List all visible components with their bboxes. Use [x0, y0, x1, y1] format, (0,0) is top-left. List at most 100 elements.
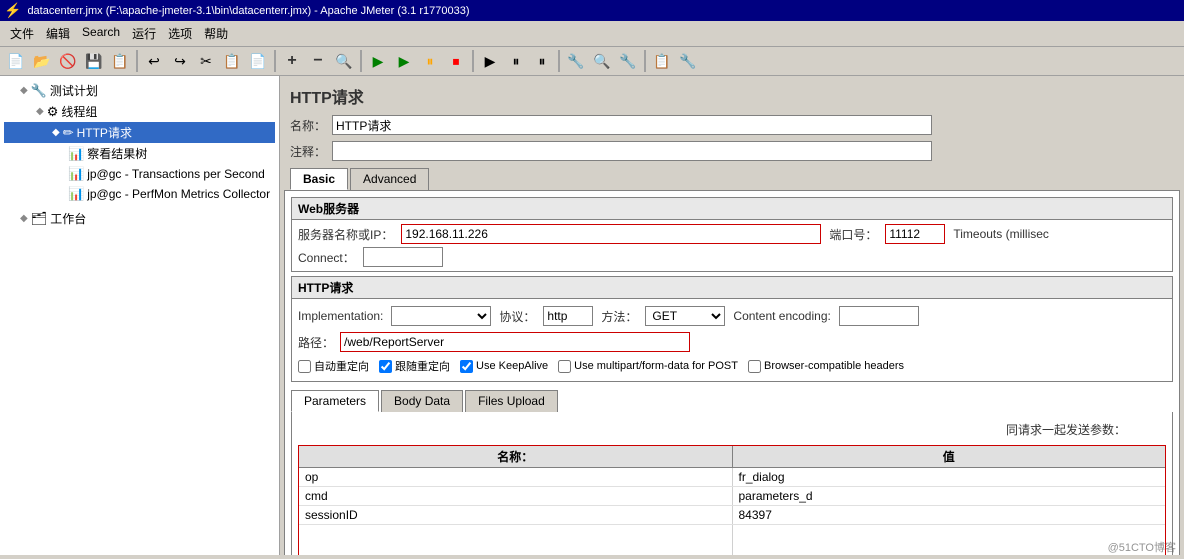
protocol-input[interactable]: [543, 306, 593, 326]
param-header-name: 名称：: [299, 446, 733, 467]
title-text: datacenterr.jmx (F:\apache-jmeter-3.1\bi…: [27, 5, 469, 17]
info-button[interactable]: 🔧: [616, 49, 640, 73]
list-button[interactable]: 📋: [650, 49, 674, 73]
tab-advanced[interactable]: Advanced: [350, 168, 429, 190]
port-input[interactable]: [885, 224, 945, 244]
pause-button[interactable]: ⏸: [418, 49, 442, 73]
web-server-content: 服务器名称或IP： 端口号： Timeouts (millisec Connec…: [292, 220, 1172, 271]
browser-compat-checkbox[interactable]: [748, 360, 761, 373]
stop-button[interactable]: ⏹: [444, 49, 468, 73]
tree-item-test-plan[interactable]: ◆ 🔧 测试计划: [4, 80, 275, 101]
redo-button[interactable]: ↪: [168, 49, 192, 73]
paste-button[interactable]: 📄: [246, 49, 270, 73]
search2-button[interactable]: 🔍: [590, 49, 614, 73]
tree-item-tps[interactable]: 📊 jp@gc - Transactions per Second: [4, 164, 275, 184]
sep1: [136, 50, 138, 72]
clear2-button[interactable]: ⏸: [530, 49, 554, 73]
open-button[interactable]: 📂: [30, 49, 54, 73]
remove-button[interactable]: −: [306, 49, 330, 73]
param-name-2: sessionID: [299, 506, 733, 524]
browse-button[interactable]: 🔍: [332, 49, 356, 73]
menu-options[interactable]: 选项: [162, 23, 198, 44]
sub-tab-parameters[interactable]: Parameters: [291, 390, 379, 412]
menu-edit[interactable]: 编辑: [40, 23, 76, 44]
auto-redirect-checkbox[interactable]: [298, 360, 311, 373]
sub-tab-body-data[interactable]: Body Data: [381, 390, 463, 412]
http-request-section: HTTP请求 Implementation: HttpClient4 Java …: [291, 276, 1173, 382]
start-no-pause-button[interactable]: ▶: [392, 49, 416, 73]
start-button[interactable]: ▶: [366, 49, 390, 73]
new-button[interactable]: 📄: [4, 49, 28, 73]
checkbox-auto-redirect[interactable]: 自动重定向: [298, 358, 369, 374]
keepalive-checkbox[interactable]: [460, 360, 473, 373]
tree-icon-threadgroup: ⚙: [47, 104, 59, 120]
encoding-input[interactable]: [839, 306, 919, 326]
web-server-header: Web服务器: [292, 198, 1172, 220]
panel-title: HTTP请求: [284, 80, 1180, 112]
menu-run[interactable]: 运行: [126, 23, 162, 44]
remote-button[interactable]: 🔧: [676, 49, 700, 73]
table-row: sessionID 84397: [299, 506, 1165, 525]
comment-input[interactable]: [332, 141, 932, 161]
menu-help[interactable]: 帮助: [198, 23, 234, 44]
table-row: cmd parameters_d: [299, 487, 1165, 506]
menu-bar: 文件 编辑 Search 运行 选项 帮助: [0, 21, 1184, 47]
left-panel: ◆ 🔧 测试计划 ◆ ⚙ 线程组 ◆ ✏ HTTP请求 📊 察看结果树: [0, 76, 280, 555]
menu-file[interactable]: 文件: [4, 23, 40, 44]
main-layout: ◆ 🔧 测试计划 ◆ ⚙ 线程组 ◆ ✏ HTTP请求 📊 察看结果树: [0, 76, 1184, 555]
tree-item-workbench[interactable]: ◆ 🗂 工作台: [4, 208, 275, 229]
add-button[interactable]: +: [280, 49, 304, 73]
keepalive-label: Use KeepAlive: [476, 360, 548, 372]
save-as-button[interactable]: 📋: [108, 49, 132, 73]
menu-search[interactable]: Search: [76, 23, 126, 44]
function-helper-button[interactable]: 🔧: [564, 49, 588, 73]
comment-row: 注释：: [284, 138, 1180, 164]
parameters-content: 同请求一起发送参数： 名称： 值 op fr_dialog cmd parame…: [291, 412, 1173, 555]
clear-button[interactable]: ▶: [478, 49, 502, 73]
tree-icon-tps: 📊: [68, 166, 84, 182]
tree-item-http-request[interactable]: ◆ ✏ HTTP请求: [4, 122, 275, 143]
multipart-label: Use multipart/form-data for POST: [574, 360, 738, 372]
follow-redirect-checkbox[interactable]: [379, 360, 392, 373]
impl-select[interactable]: HttpClient4 Java: [391, 306, 491, 326]
tree-icon-perfmon: 📊: [68, 186, 84, 202]
tree-item-perfmon[interactable]: 📊 jp@gc - PerfMon Metrics Collector: [4, 184, 275, 204]
param-header-value: 值: [733, 446, 1166, 467]
http-request-header: HTTP请求: [292, 277, 1172, 299]
param-value-2: 84397: [733, 506, 1166, 524]
sub-tab-files-upload[interactable]: Files Upload: [465, 390, 558, 412]
method-select[interactable]: GET POST PUT DELETE: [645, 306, 725, 326]
tree-item-result-tree[interactable]: 📊 察看结果树: [4, 143, 275, 164]
web-server-section: Web服务器 服务器名称或IP： 端口号： Timeouts (millisec…: [291, 197, 1173, 272]
undo-button[interactable]: ↩: [142, 49, 166, 73]
tab-basic[interactable]: Basic: [290, 168, 348, 190]
path-input[interactable]: [340, 332, 690, 352]
save-button[interactable]: 💾: [82, 49, 106, 73]
method-label: 方法：: [601, 308, 637, 325]
title-bar: ⚡ datacenterr.jmx (F:\apache-jmeter-3.1\…: [0, 0, 1184, 21]
close-button[interactable]: 🚫: [56, 49, 80, 73]
connect-input[interactable]: [363, 247, 443, 267]
tree-icon-testplan: 🔧: [31, 83, 47, 99]
checkbox-multipart[interactable]: Use multipart/form-data for POST: [558, 360, 738, 373]
path-label: 路径：: [298, 334, 334, 351]
param-value-1: parameters_d: [733, 487, 1166, 505]
cut-button[interactable]: ✂: [194, 49, 218, 73]
checkbox-browser-compat[interactable]: Browser-compatible headers: [748, 360, 904, 373]
watermark: @51CTO博客: [1108, 539, 1176, 555]
tree-item-thread-group[interactable]: ◆ ⚙ 线程组: [4, 101, 275, 122]
tree-label-httprequest: HTTP请求: [77, 124, 132, 141]
tree-label-tps: jp@gc - Transactions per Second: [87, 167, 265, 181]
checkbox-keepalive[interactable]: Use KeepAlive: [460, 360, 548, 373]
clear-all-button[interactable]: ⏸: [504, 49, 528, 73]
name-input[interactable]: [332, 115, 932, 135]
param-table: 名称： 值 op fr_dialog cmd parameters_d sess…: [298, 445, 1166, 555]
encoding-label: Content encoding:: [733, 309, 830, 323]
tree-label-threadgroup: 线程组: [61, 103, 97, 120]
protocol-label: 协议：: [499, 308, 535, 325]
server-label: 服务器名称或IP：: [298, 226, 393, 243]
multipart-checkbox[interactable]: [558, 360, 571, 373]
checkbox-follow-redirect[interactable]: 跟随重定向: [379, 358, 450, 374]
server-input[interactable]: [401, 224, 821, 244]
copy-button[interactable]: 📋: [220, 49, 244, 73]
